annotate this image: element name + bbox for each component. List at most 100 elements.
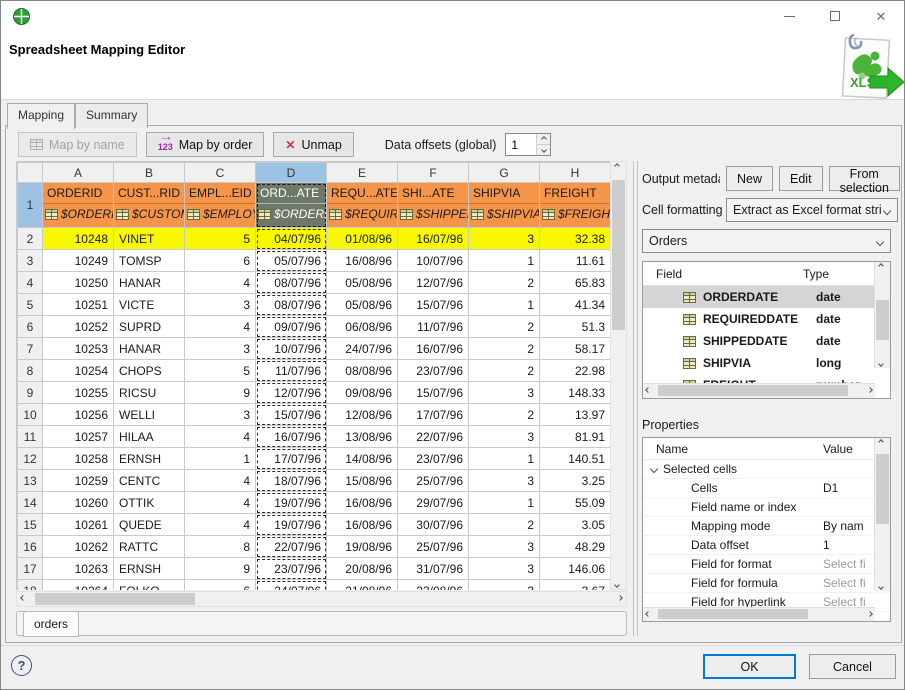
grid-cell-C14[interactable]: 4 <box>185 492 256 514</box>
grid-cell-F15[interactable]: 30/07/96 <box>398 514 469 536</box>
grid-cell-F17[interactable]: 31/07/96 <box>398 558 469 580</box>
grid-cell-F4[interactable]: 12/07/96 <box>398 272 469 294</box>
close-button[interactable]: ✕ <box>858 1 904 31</box>
grid-cell-D17[interactable]: 23/07/96 <box>256 558 327 580</box>
grid-cell-H11[interactable]: 81.91 <box>540 426 611 448</box>
grid-cell-F12[interactable]: 23/07/96 <box>398 448 469 470</box>
grid-cell-H5[interactable]: 41.34 <box>540 294 611 316</box>
grid-cell-G15[interactable]: 2 <box>469 514 540 536</box>
grid-cell-B7[interactable]: HANAR <box>114 338 185 360</box>
properties-vscroll-thumb[interactable] <box>876 454 889 524</box>
row-header-3[interactable]: 3 <box>18 250 43 272</box>
grid-cell-A8[interactable]: 10254 <box>43 360 114 382</box>
grid-cell-B3[interactable]: TOMSP <box>114 250 185 272</box>
grid-cell-G3[interactable]: 1 <box>469 250 540 272</box>
property-row-mapping-mode[interactable]: Mapping modeBy nam <box>643 517 890 536</box>
scroll-up-arrow-icon[interactable] <box>879 440 883 444</box>
property-row-field-for-formula[interactable]: Field for formulaSelect fi <box>643 574 890 593</box>
grid-cell-E4[interactable]: 05/08/96 <box>327 272 398 294</box>
grid-cell-F13[interactable]: 25/07/96 <box>398 470 469 492</box>
grid-cell-F2[interactable]: 16/07/96 <box>398 228 469 250</box>
grid-cell-E16[interactable]: 19/08/96 <box>327 536 398 558</box>
property-row-field-name-or-index[interactable]: Field name or index <box>643 498 890 517</box>
grid-cell-G18[interactable]: 3 <box>469 580 540 591</box>
data-offset-input[interactable] <box>506 134 536 155</box>
grid-cell-D9[interactable]: 12/07/96 <box>256 382 327 404</box>
grid-cell-G8[interactable]: 2 <box>469 360 540 382</box>
scroll-up-arrow-icon[interactable] <box>879 264 883 268</box>
grid-cell-H12[interactable]: 140.51 <box>540 448 611 470</box>
grid-cell-B17[interactable]: ERNSH <box>114 558 185 580</box>
grid-cell-H17[interactable]: 146.06 <box>540 558 611 580</box>
grid-cell-E15[interactable]: 16/08/96 <box>327 514 398 536</box>
properties-vscroll[interactable] <box>874 438 890 591</box>
grid-cell-E10[interactable]: 12/08/96 <box>327 404 398 426</box>
grid-cell-B9[interactable]: RICSU <box>114 382 185 404</box>
scroll-down-arrow-icon[interactable] <box>879 585 883 589</box>
grid-cell-E3[interactable]: 16/08/96 <box>327 250 398 272</box>
grid-cell-A14[interactable]: 10260 <box>43 492 114 514</box>
grid-cell-G10[interactable]: 2 <box>469 404 540 426</box>
new-metadata-button[interactable]: New <box>726 166 773 191</box>
grid-cell-G5[interactable]: 1 <box>469 294 540 316</box>
field-vscroll-thumb[interactable] <box>876 300 889 340</box>
row-header-7[interactable]: 7 <box>18 338 43 360</box>
grid-cell-H13[interactable]: 3.25 <box>540 470 611 492</box>
grid-cell-C5[interactable]: 3 <box>185 294 256 316</box>
column-header-B[interactable]: B <box>114 163 185 183</box>
grid-cell-E2[interactable]: 01/08/96 <box>327 228 398 250</box>
grid-cell-H14[interactable]: 55.09 <box>540 492 611 514</box>
scroll-up-arrow-icon[interactable] <box>615 164 619 168</box>
grid-cell-C6[interactable]: 4 <box>185 316 256 338</box>
grid-cell-C16[interactable]: 8 <box>185 536 256 558</box>
panel-splitter[interactable] <box>633 161 638 636</box>
grid-cell-F16[interactable]: 25/07/96 <box>398 536 469 558</box>
property-row-field-for-format[interactable]: Field for formatSelect fi <box>643 555 890 574</box>
grid-cell-A5[interactable]: 10251 <box>43 294 114 316</box>
property-row-selected-cells[interactable]: Selected cells <box>643 460 890 479</box>
scroll-down-arrow-icon[interactable] <box>879 362 883 366</box>
field-row-shippeddate[interactable]: SHIPPEDDATEdate <box>643 330 890 352</box>
row-header-12[interactable]: 12 <box>18 448 43 470</box>
grid-cell-C2[interactable]: 5 <box>185 228 256 250</box>
grid-cell-E7[interactable]: 24/07/96 <box>327 338 398 360</box>
grid-cell-G16[interactable]: 3 <box>469 536 540 558</box>
grid-cell-E13[interactable]: 15/08/96 <box>327 470 398 492</box>
grid-cell-G17[interactable]: 3 <box>469 558 540 580</box>
grid-cell-A3[interactable]: 10249 <box>43 250 114 272</box>
grid-cell-D11[interactable]: 16/07/96 <box>256 426 327 448</box>
row-header-18[interactable]: 18 <box>18 580 43 591</box>
cell-formatting-select[interactable]: Extract as Excel format stri <box>726 198 898 222</box>
property-row-cells[interactable]: CellsD1 <box>643 479 890 498</box>
grid-cell-D2[interactable]: 04/07/96 <box>256 228 327 250</box>
grid-cell-C18[interactable]: 6 <box>185 580 256 591</box>
grid-cell-A9[interactable]: 10255 <box>43 382 114 404</box>
grid-cell-D3[interactable]: 05/07/96 <box>256 250 327 272</box>
grid-cell-H8[interactable]: 22.98 <box>540 360 611 382</box>
spinner-up-button[interactable] <box>537 134 550 144</box>
row-header-10[interactable]: 10 <box>18 404 43 426</box>
ok-button[interactable]: OK <box>703 654 796 679</box>
row-header-16[interactable]: 16 <box>18 536 43 558</box>
grid-cell-C10[interactable]: 3 <box>185 404 256 426</box>
mapped-header-cell-D1[interactable]: ORD...ATE$ORDERD <box>256 183 327 228</box>
grid-cell-G9[interactable]: 3 <box>469 382 540 404</box>
grid-cell-B11[interactable]: HILAA <box>114 426 185 448</box>
row-header-11[interactable]: 11 <box>18 426 43 448</box>
grid-cell-C7[interactable]: 3 <box>185 338 256 360</box>
grid-cell-B16[interactable]: RATTC <box>114 536 185 558</box>
grid-cell-F10[interactable]: 17/07/96 <box>398 404 469 426</box>
grid-cell-F3[interactable]: 10/07/96 <box>398 250 469 272</box>
row-header-15[interactable]: 15 <box>18 514 43 536</box>
grid-cell-G14[interactable]: 1 <box>469 492 540 514</box>
grid-cell-D5[interactable]: 08/07/96 <box>256 294 327 316</box>
grid-cell-C4[interactable]: 4 <box>185 272 256 294</box>
scroll-left-arrow-icon[interactable] <box>646 612 650 616</box>
grid-cell-C15[interactable]: 4 <box>185 514 256 536</box>
mapped-header-cell-H1[interactable]: FREIGHT$FREIGHT <box>540 183 611 228</box>
grid-cell-H15[interactable]: 3.05 <box>540 514 611 536</box>
spinner-down-button[interactable] <box>537 144 550 155</box>
grid-cell-H18[interactable]: 3.67 <box>540 580 611 591</box>
tree-collapse-icon[interactable] <box>650 465 658 473</box>
grid-cell-B13[interactable]: CENTC <box>114 470 185 492</box>
